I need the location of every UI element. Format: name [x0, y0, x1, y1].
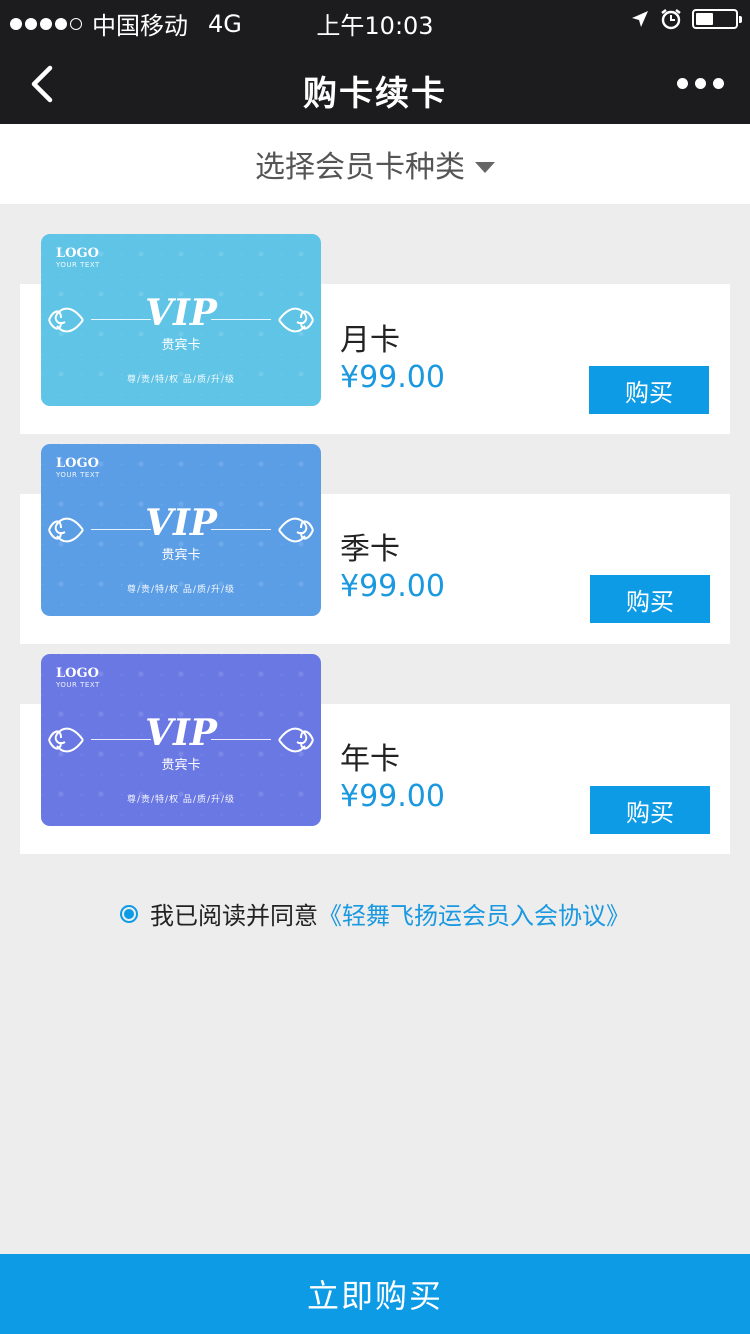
card-tagline: 尊/贵/特/权 品/质/升/级 [126, 795, 236, 805]
card-name: 月卡 [340, 323, 400, 358]
agreement-link[interactable]: 《轻舞飞扬运会员入会协议》 [318, 896, 630, 931]
buy-button[interactable]: 购买 [590, 786, 710, 834]
more-button[interactable] [677, 78, 724, 89]
card-logo: LOGO [56, 666, 99, 681]
card-name: 年卡 [340, 742, 400, 777]
alarm-clock-icon [661, 9, 681, 30]
card-price: ¥99.00 [340, 779, 445, 814]
card-vip-text: VIP [145, 712, 217, 754]
card-name: 季卡 [340, 532, 400, 567]
card-vip-text: VIP [145, 292, 217, 334]
card-vip-text: VIP [145, 502, 217, 544]
caret-down-icon [475, 161, 495, 173]
chevron-left-icon [31, 65, 53, 103]
card-logo-sub: YOUR TEXT [56, 681, 100, 689]
more-dots-icon [677, 78, 688, 89]
back-button[interactable] [22, 62, 66, 106]
card-tagline: 尊/贵/特/权 品/质/升/级 [126, 375, 236, 385]
card-vip-subtitle: 贵宾卡 [161, 548, 201, 563]
vip-card-image: LOGO YOUR TEXT VIP 贵宾卡 尊/贵/特/权 品/质/升/级 [41, 654, 321, 826]
card-price: ¥99.00 [340, 569, 445, 604]
buy-button[interactable]: 购买 [589, 366, 709, 414]
card-vip-subtitle: 贵宾卡 [161, 758, 201, 773]
buy-now-button[interactable]: 立即购买 [0, 1254, 750, 1334]
page-title: 购卡续卡 [303, 74, 447, 114]
card-logo: LOGO [56, 246, 99, 261]
vip-card-image: LOGO YOUR TEXT VIP 贵宾卡 尊/贵/特/权 品/质/升/级 [41, 444, 321, 616]
battery-icon [692, 9, 742, 29]
card-vip-subtitle: 贵宾卡 [161, 338, 201, 353]
card-logo-sub: YOUR TEXT [56, 261, 100, 269]
radio-checked-icon [124, 908, 134, 919]
status-right [630, 8, 742, 30]
nav-bar: 购卡续卡 [0, 42, 750, 124]
vip-card-image: LOGO YOUR TEXT VIP 贵宾卡 尊/贵/特/权 品/质/升/级 [41, 234, 321, 406]
card-type-selector[interactable]: 选择会员卡种类 [0, 124, 750, 204]
location-arrow-icon [632, 11, 648, 27]
card-logo: LOGO [56, 456, 99, 471]
card-type-selector-label: 选择会员卡种类 [255, 150, 465, 185]
status-bar: 中国移动 4G 上午10:03 [0, 0, 750, 42]
agreement-radio[interactable] [120, 904, 138, 923]
card-tagline: 尊/贵/特/权 品/质/升/级 [126, 585, 236, 595]
agreement: 我已阅读并同意 《轻舞飞扬运会员入会协议》 [0, 896, 750, 931]
card-price: ¥99.00 [340, 360, 445, 395]
buy-button[interactable]: 购买 [590, 575, 710, 623]
agreement-text: 我已阅读并同意 [150, 902, 318, 930]
card-logo-sub: YOUR TEXT [56, 471, 100, 479]
